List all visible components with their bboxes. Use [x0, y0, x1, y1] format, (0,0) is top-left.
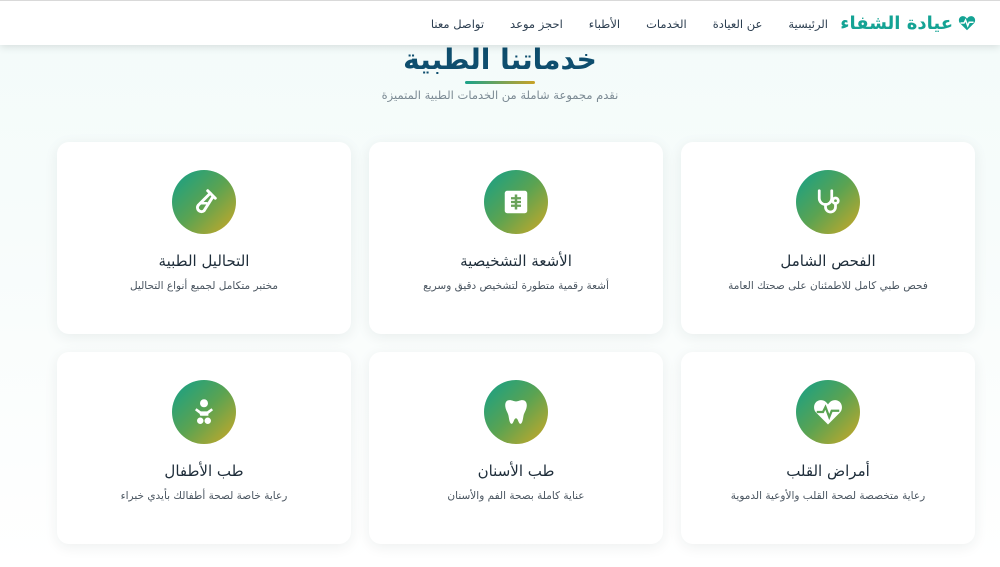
service-desc: رعاية خاصة لصحة أطفالك بأيدي خبراء	[120, 490, 288, 502]
stethoscope-icon	[817, 189, 840, 214]
service-card-cardiology[interactable]: أمراض القلب رعاية متخصصة لصحة القلب والأ…	[681, 352, 975, 544]
service-desc: فحص طبي كامل للاطمئنان على صحتك العامة	[728, 280, 928, 292]
baby-icon	[195, 399, 213, 424]
nav-contact[interactable]: تواصل معنا	[431, 17, 484, 31]
x-ray-icon	[504, 190, 528, 214]
service-desc: مختبر متكامل لجميع أنواع التحاليل	[129, 280, 279, 292]
service-title: أمراض القلب	[786, 462, 870, 480]
service-desc: عناية كاملة بصحة الفم والأسنان	[447, 490, 585, 502]
service-title: الفحص الشامل	[780, 252, 876, 270]
brand-logo[interactable]: عيادة الشفاء	[840, 11, 976, 35]
nav-about[interactable]: عن العيادة	[713, 17, 763, 31]
nav-services[interactable]: الخدمات	[646, 17, 687, 31]
service-title: طب الأسنان	[477, 462, 555, 480]
heart-pulse-icon	[814, 400, 842, 425]
service-icon-wrap	[484, 170, 548, 234]
service-card-xray[interactable]: الأشعة التشخيصية أشعة رقمية متطورة لتشخي…	[369, 142, 663, 334]
nav-doctors[interactable]: الأطباء	[589, 17, 620, 31]
section-subtitle: نقدم مجموعة شاملة من الخدمات الطبية المت…	[381, 88, 619, 102]
heartbeat-icon	[958, 16, 976, 31]
nav-booking[interactable]: احجز موعد	[510, 17, 563, 31]
main-nav: الرئيسية عن العيادة الخدمات الأطباء احجز…	[431, 1, 828, 46]
service-icon-wrap	[172, 380, 236, 444]
test-tube-icon	[196, 189, 217, 214]
service-title: الأشعة التشخيصية	[460, 252, 572, 270]
section-title: خدماتنا الطبية	[403, 43, 597, 76]
tooth-icon	[505, 400, 527, 424]
services-grid: الفحص الشامل فحص طبي كامل للاطمئنان على …	[57, 142, 975, 544]
service-icon-wrap	[172, 170, 236, 234]
service-icon-wrap	[796, 170, 860, 234]
brand-name: عيادة الشفاء	[840, 12, 953, 34]
service-card-lab[interactable]: التحاليل الطبية مختبر متكامل لجميع أنواع…	[57, 142, 351, 334]
service-title: التحاليل الطبية	[158, 252, 250, 270]
service-card-checkup[interactable]: الفحص الشامل فحص طبي كامل للاطمئنان على …	[681, 142, 975, 334]
navbar: عيادة الشفاء الرئيسية عن العيادة الخدمات…	[0, 0, 1000, 45]
title-underline	[465, 81, 535, 84]
service-icon-wrap	[484, 380, 548, 444]
service-card-pediatrics[interactable]: طب الأطفال رعاية خاصة لصحة أطفالك بأيدي …	[57, 352, 351, 544]
service-card-dental[interactable]: طب الأسنان عناية كاملة بصحة الفم والأسنا…	[369, 352, 663, 544]
service-desc: رعاية متخصصة لصحة القلب والأوعية الدموية	[730, 490, 926, 502]
service-desc: أشعة رقمية متطورة لتشخيص دقيق وسريع	[423, 280, 609, 292]
nav-home[interactable]: الرئيسية	[788, 17, 828, 31]
service-title: طب الأطفال	[164, 462, 244, 480]
service-icon-wrap	[796, 380, 860, 444]
